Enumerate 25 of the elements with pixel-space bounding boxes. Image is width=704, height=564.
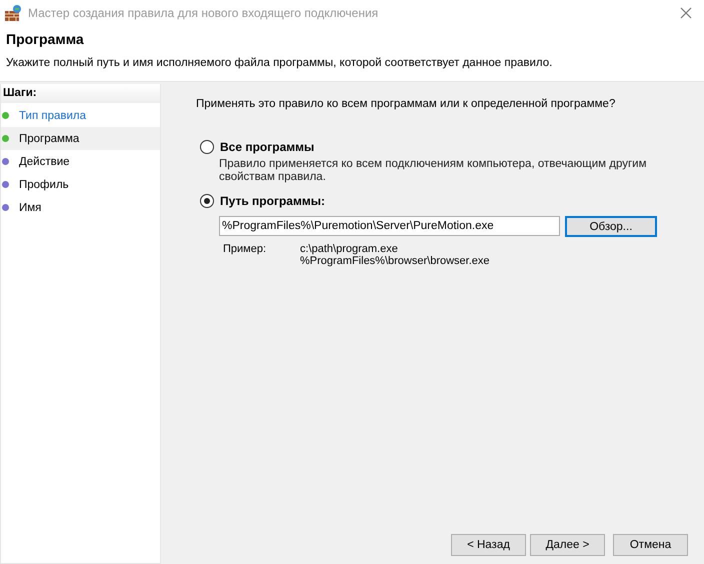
step-label[interactable]: Имя <box>19 202 42 214</box>
back-button[interactable]: < Назад <box>451 534 526 556</box>
page-heading: Программа <box>6 31 85 47</box>
close-icon[interactable] <box>680 6 692 18</box>
radio-button[interactable] <box>200 140 214 154</box>
cancel-button[interactable]: Отмена <box>613 534 688 556</box>
option-label[interactable]: Все программы <box>220 140 314 154</box>
page-description: Укажите полный путь и имя исполняемого файла программы, которой соответствует данное правило. <box>6 57 554 69</box>
step-item[interactable]: Программа <box>1 127 160 150</box>
browse-button[interactable]: Обзор... <box>565 216 657 237</box>
question-text: Применять это правило ко всем программам или к определенной программе? <box>196 98 616 110</box>
example-path: c:\path\program.exe <box>300 243 399 255</box>
option-description: Правило применяется ко всем подключениям компьютера, отвечающим другим свойствам правила. <box>219 158 648 184</box>
option-label[interactable]: Путь программы: <box>220 194 325 208</box>
firewall-icon <box>4 4 22 22</box>
path-field[interactable]: %ProgramFiles%\Puremotion\Server\PureMotion.exe <box>219 216 560 236</box>
window-title: Мастер создания правила для нового входящего подключения <box>28 6 380 20</box>
step-label[interactable]: Профиль <box>19 178 69 190</box>
step-link[interactable]: Тип правила <box>19 110 86 122</box>
next-button[interactable]: Далее > <box>530 534 605 556</box>
example-path: %ProgramFiles%\browser\browser.exe <box>300 255 490 267</box>
radio-button[interactable] <box>200 194 214 208</box>
step-label[interactable]: Программа <box>19 132 80 144</box>
example-label: Пример: <box>223 243 268 257</box>
step-label[interactable]: Действие <box>19 156 70 168</box>
